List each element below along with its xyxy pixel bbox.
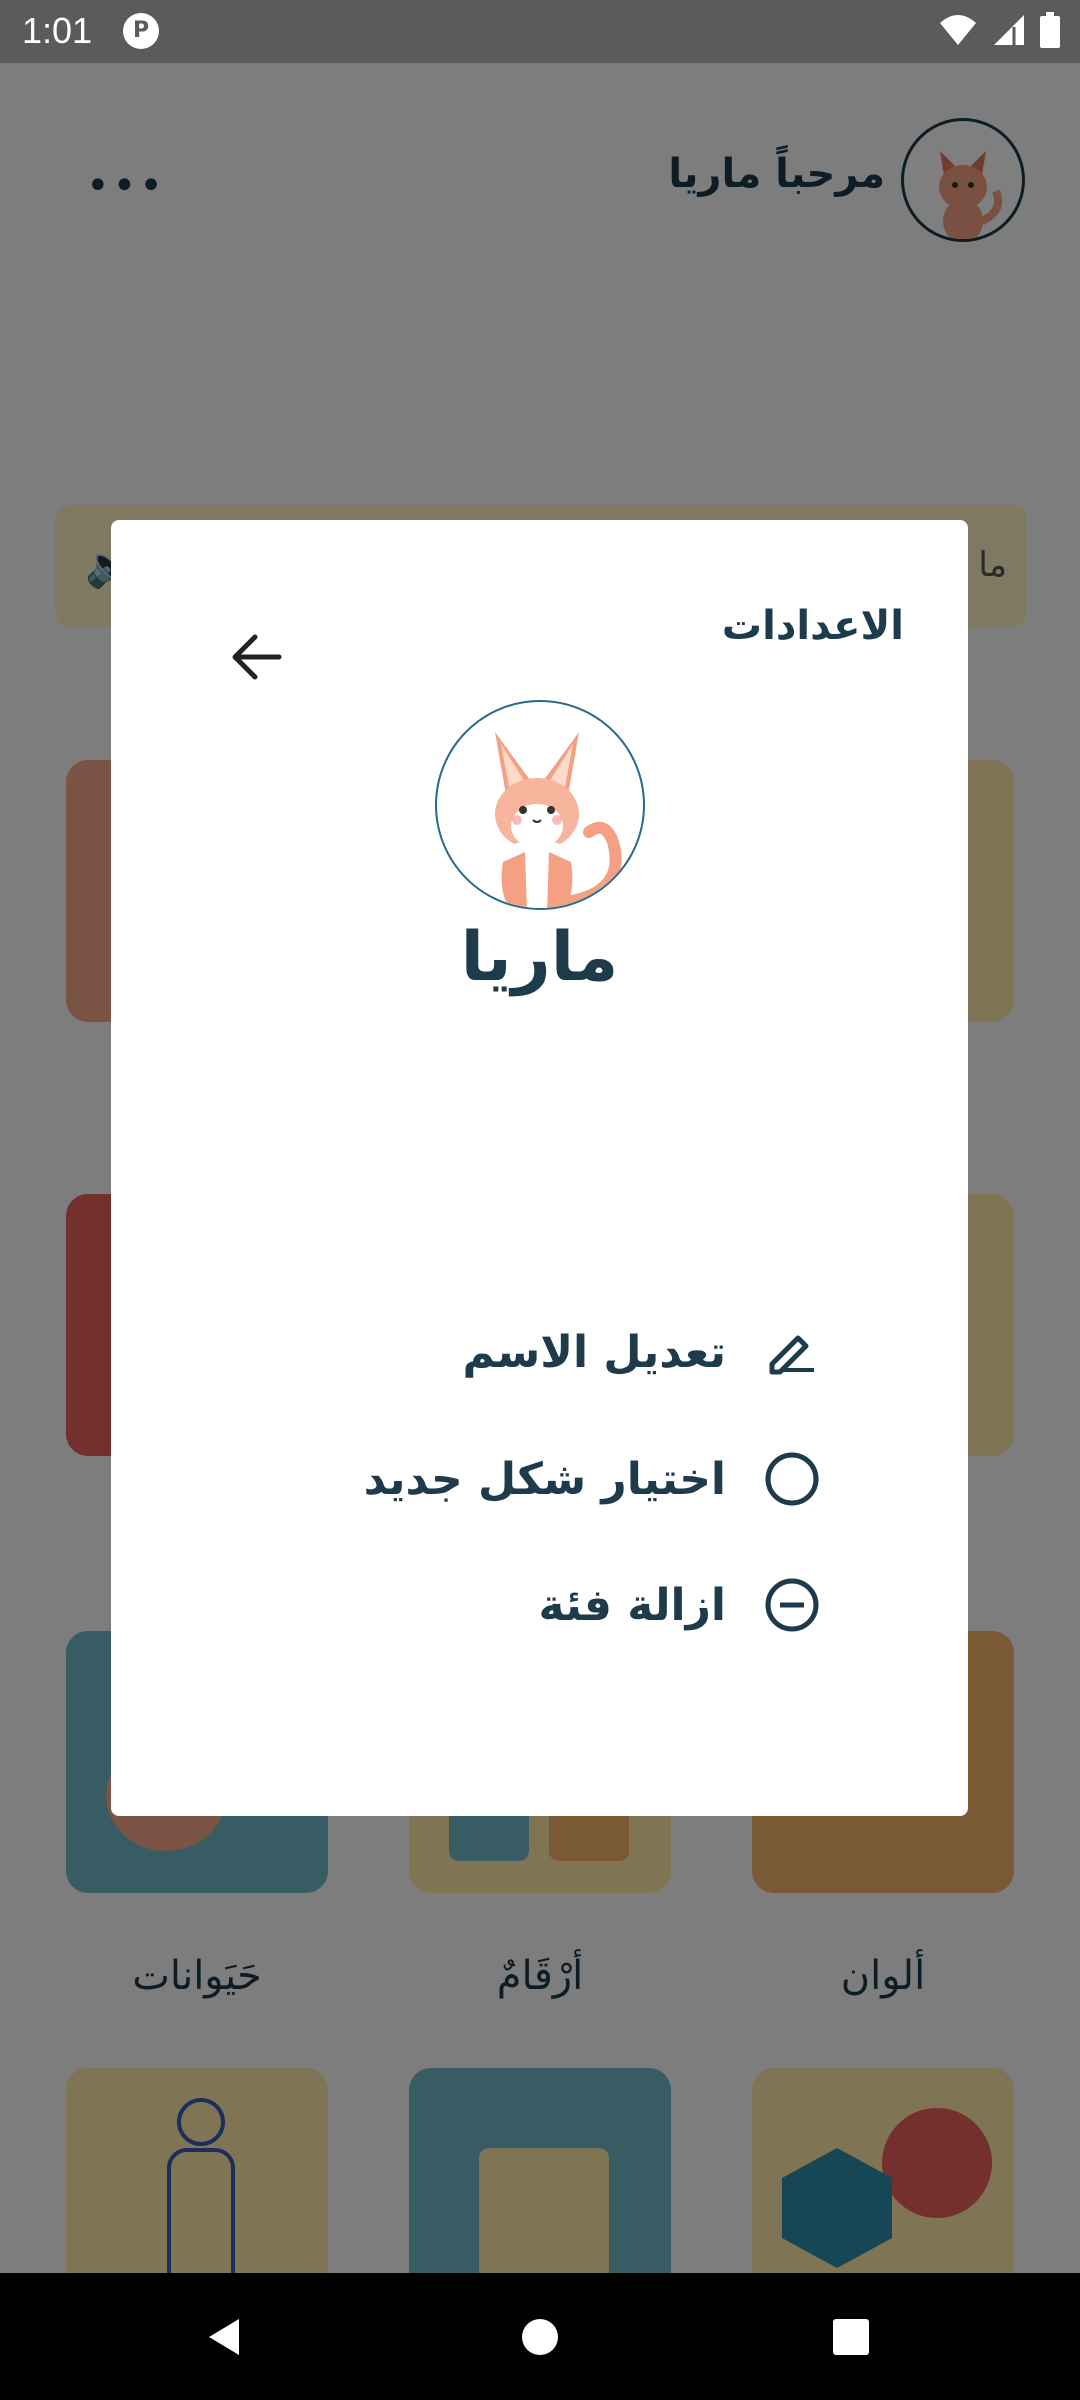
edit-name-option[interactable]: تعديل الاسم [462,1307,822,1397]
remove-circle-icon [762,1575,822,1635]
notification-icon: P [123,13,159,49]
navigation-bar [0,2273,1080,2400]
profile-name: ماريا [460,918,619,997]
dialog-title: الاعدادات [721,603,904,649]
remove-category-label: ازالة فئة [538,1579,726,1631]
profile-avatar [435,700,645,910]
recents-nav-button[interactable] [824,2310,878,2364]
remove-category-option[interactable]: ازالة فئة [539,1560,822,1650]
triangle-back-icon [209,2319,239,2355]
choose-avatar-option[interactable]: اختيار شكل جديد [364,1434,822,1524]
wifi-icon [940,15,976,45]
home-nav-button[interactable] [513,2310,567,2364]
settings-dialog: الاعدادات ماريا تعديل الاسم اختيار شكل ج… [111,520,968,1816]
signal-icon [994,15,1024,45]
status-bar: 1:01 P [0,0,1080,63]
battery-icon [1040,12,1060,48]
choose-avatar-label: اختيار شكل جديد [363,1453,726,1505]
cat-avatar-icon [495,732,622,908]
home-circle-icon [522,2319,558,2355]
square-recents-icon [833,2319,869,2355]
back-button[interactable] [203,603,311,711]
system-icons [938,12,1060,48]
back-nav-button[interactable] [198,2310,252,2364]
status-time: 1:01 [22,10,93,51]
edit-name-label: تعديل الاسم [462,1326,726,1378]
circle-icon [762,1449,822,1509]
edit-icon [762,1322,822,1382]
arrow-back-icon [232,634,282,680]
